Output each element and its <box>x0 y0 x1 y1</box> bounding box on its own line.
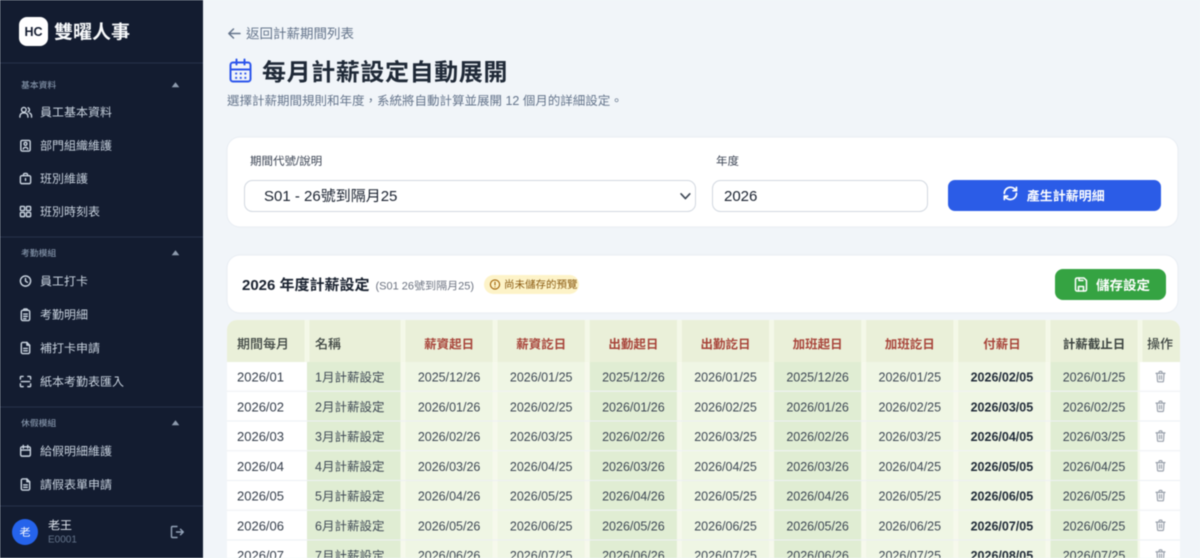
svg-text:2026/03/25: 2026/03/25 <box>694 430 757 444</box>
svg-text:2026/01/26: 2026/01/26 <box>602 400 665 414</box>
svg-text:2026/07: 2026/07 <box>237 548 284 558</box>
svg-text:1: 1 <box>315 371 322 385</box>
svg-text:2026/04/26: 2026/04/26 <box>602 490 665 504</box>
svg-text:2026/01/25: 2026/01/25 <box>510 371 573 385</box>
svg-text:2026/01/25: 2026/01/25 <box>1063 371 1126 385</box>
svg-text:2025/12/26: 2025/12/26 <box>786 371 849 385</box>
svg-text:12: 12 <box>502 94 523 108</box>
svg-text:2026: 2026 <box>724 188 757 205</box>
svg-text:2026/04/25: 2026/04/25 <box>879 460 942 474</box>
svg-text:S01 - 26: S01 - 26 <box>264 188 321 205</box>
svg-text:2026/03/25: 2026/03/25 <box>1063 430 1126 444</box>
svg-text:2026/05/25: 2026/05/25 <box>694 490 757 504</box>
svg-text:4: 4 <box>315 460 322 474</box>
svg-text:2026/05: 2026/05 <box>237 489 284 504</box>
svg-text:2026/01/25: 2026/01/25 <box>694 371 757 385</box>
svg-text:2026/05/25: 2026/05/25 <box>1063 490 1126 504</box>
svg-text:2026/03/26: 2026/03/26 <box>418 460 481 474</box>
svg-text:2026/01/25: 2026/01/25 <box>879 371 942 385</box>
svg-text:E0001: E0001 <box>48 535 77 546</box>
svg-text:2026/07/25: 2026/07/25 <box>1063 549 1126 558</box>
svg-text:2026/03/26: 2026/03/26 <box>602 460 665 474</box>
svg-text:3: 3 <box>315 430 322 444</box>
svg-text:2026/06/26: 2026/06/26 <box>602 549 665 558</box>
svg-text:2026/02/26: 2026/02/26 <box>418 430 481 444</box>
svg-text:2026/05/26: 2026/05/26 <box>602 519 665 533</box>
svg-text:2026/04/26: 2026/04/26 <box>418 490 481 504</box>
svg-text:25): 25) <box>458 281 474 293</box>
svg-text:2026/05/26: 2026/05/26 <box>418 519 481 533</box>
svg-text:2026/04/25: 2026/04/25 <box>510 460 573 474</box>
svg-text:2026/07/25: 2026/07/25 <box>879 549 942 558</box>
svg-text:2026/04/26: 2026/04/26 <box>786 490 849 504</box>
svg-text:2026/08/05: 2026/08/05 <box>971 549 1034 558</box>
svg-text:2026/02/25: 2026/02/25 <box>510 400 573 414</box>
svg-text:2026/07/25: 2026/07/25 <box>510 549 573 558</box>
svg-text:2026/06/26: 2026/06/26 <box>786 549 849 558</box>
svg-text:2026/06/25: 2026/06/25 <box>1063 519 1126 533</box>
svg-text:HC: HC <box>24 25 42 39</box>
svg-text:2026/02: 2026/02 <box>237 399 284 414</box>
svg-text:2026/01: 2026/01 <box>237 370 284 385</box>
svg-text:2026/02/26: 2026/02/26 <box>602 430 665 444</box>
svg-text:2026/03/25: 2026/03/25 <box>510 430 573 444</box>
svg-text:2026/04/05: 2026/04/05 <box>971 430 1034 444</box>
svg-text:2026/05/25: 2026/05/25 <box>879 490 942 504</box>
svg-text:6: 6 <box>315 519 322 533</box>
svg-text:2026/01/26: 2026/01/26 <box>418 400 481 414</box>
svg-text:2026/06/26: 2026/06/26 <box>418 549 481 558</box>
svg-text:2026/05/26: 2026/05/26 <box>786 519 849 533</box>
svg-text:2026/06: 2026/06 <box>237 518 284 533</box>
svg-text:5: 5 <box>315 490 322 504</box>
svg-text:2026/05/25: 2026/05/25 <box>510 490 573 504</box>
svg-text:7: 7 <box>315 549 322 558</box>
svg-text:2026: 2026 <box>242 277 280 294</box>
svg-text:2026/03/26: 2026/03/26 <box>786 460 849 474</box>
svg-text:2026/04/25: 2026/04/25 <box>694 460 757 474</box>
svg-text:2026/02/05: 2026/02/05 <box>971 371 1034 385</box>
svg-text:2026/03: 2026/03 <box>237 429 284 444</box>
svg-text:2: 2 <box>315 400 322 414</box>
svg-text:2025/12/26: 2025/12/26 <box>418 371 481 385</box>
svg-text:2026/02/25: 2026/02/25 <box>694 400 757 414</box>
svg-text:2026/06/25: 2026/06/25 <box>694 519 757 533</box>
svg-text:25: 25 <box>381 188 398 205</box>
svg-text:2026/06/25: 2026/06/25 <box>510 519 573 533</box>
svg-text:2026/03/05: 2026/03/05 <box>971 400 1034 414</box>
svg-text:2026/06/05: 2026/06/05 <box>971 490 1034 504</box>
svg-text:2026/06/25: 2026/06/25 <box>879 519 942 533</box>
svg-text:2026/02/25: 2026/02/25 <box>879 400 942 414</box>
svg-text:2026/05/05: 2026/05/05 <box>971 460 1034 474</box>
svg-text:2026/07/05: 2026/07/05 <box>971 519 1034 533</box>
svg-text:2026/02/25: 2026/02/25 <box>1063 400 1126 414</box>
svg-text:2026/02/26: 2026/02/26 <box>786 430 849 444</box>
svg-text:2026/04: 2026/04 <box>237 459 284 474</box>
svg-text:2026/03/25: 2026/03/25 <box>879 430 942 444</box>
svg-text:2026/07/25: 2026/07/25 <box>694 549 757 558</box>
svg-text:(S01 26: (S01 26 <box>376 281 415 293</box>
svg-text:2026/01/26: 2026/01/26 <box>786 400 849 414</box>
svg-text:2026/04/25: 2026/04/25 <box>1063 460 1126 474</box>
svg-text:2025/12/26: 2025/12/26 <box>602 371 665 385</box>
